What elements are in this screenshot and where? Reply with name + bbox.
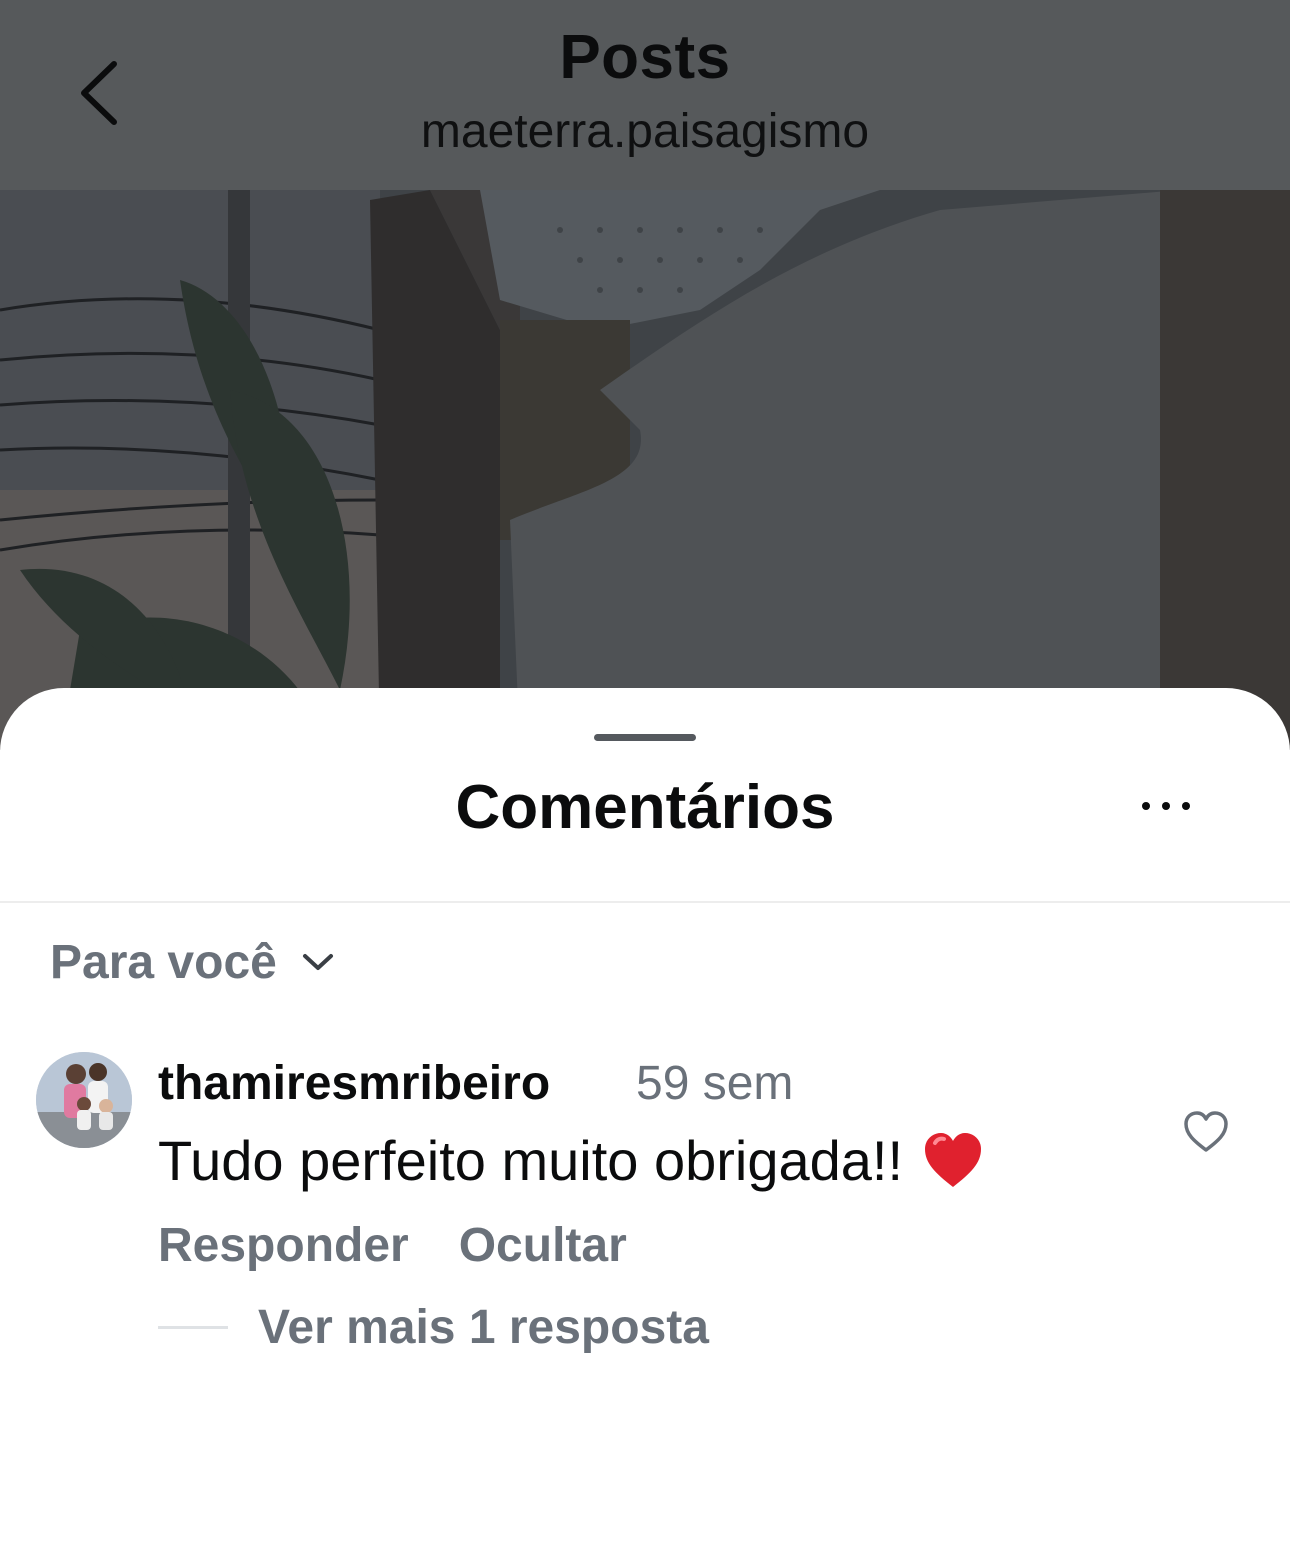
like-heart-icon[interactable] (1182, 1108, 1230, 1156)
comment-username[interactable]: thamiresmribeiro (158, 1056, 550, 1111)
view-replies-button[interactable]: Ver mais 1 resposta (158, 1300, 709, 1355)
post-image (0, 190, 1290, 750)
comment-text: Tudo perfeito muito obrigada!! (158, 1128, 985, 1193)
account-name[interactable]: maeterra.paisagismo (0, 104, 1290, 159)
sheet-title: Comentários (455, 773, 835, 842)
hide-button[interactable]: Ocultar (459, 1218, 627, 1273)
reply-button[interactable]: Responder (158, 1218, 409, 1273)
comments-sheet: Comentários Para você thamiresmribeiro 5… (0, 688, 1290, 1554)
comment-actions: Responder Ocultar (158, 1218, 627, 1273)
comment-timestamp: 59 sem (636, 1057, 794, 1110)
more-options-icon[interactable] (1136, 792, 1196, 820)
replies-line (158, 1326, 228, 1329)
filter-label: Para você (50, 935, 277, 989)
sheet-grabber[interactable] (594, 734, 696, 741)
sort-filter-dropdown[interactable]: Para você (50, 932, 335, 992)
page-title: Posts (559, 23, 731, 92)
view-replies-label: Ver mais 1 resposta (258, 1301, 709, 1354)
nav-bar: Posts maeterra.paisagismo (0, 0, 1290, 190)
divider (0, 901, 1290, 903)
comment-body: Tudo perfeito muito obrigada!! (158, 1129, 904, 1192)
avatar[interactable] (36, 1052, 132, 1148)
heart-emoji-icon (925, 1132, 982, 1187)
chevron-down-icon (302, 954, 333, 970)
